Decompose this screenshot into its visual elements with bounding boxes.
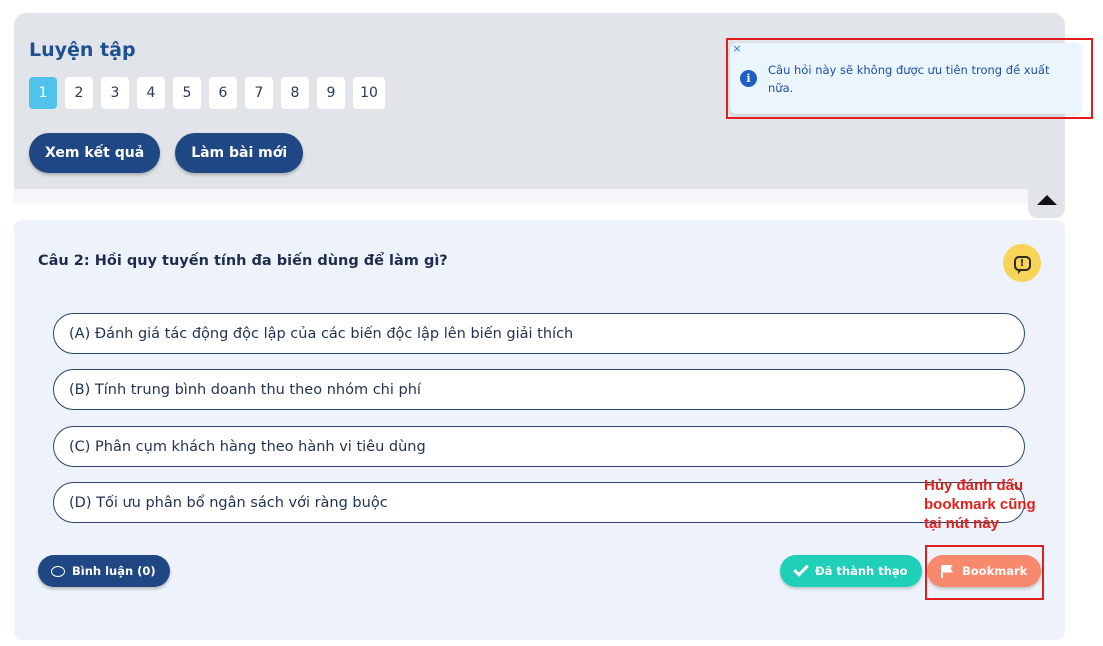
collapse-panel-button[interactable]	[1028, 182, 1065, 218]
bookmark-highlight-box	[925, 545, 1044, 600]
practice-actions: Xem kết quả Làm bài mới	[29, 133, 304, 173]
question-pager: 1 2 3 4 5 6 7 8 9 10	[29, 77, 385, 109]
triangle-up-icon	[1036, 195, 1057, 205]
page-button-2[interactable]: 2	[65, 77, 93, 109]
page-button-1[interactable]: 1	[29, 77, 57, 109]
page-button-10[interactable]: 10	[353, 77, 385, 109]
bookmark-annotation: Hủy đánh dấu bookmark cũng tại nút này	[924, 476, 1074, 533]
answer-option-d[interactable]: (D) Tối ưu phân bổ ngân sách với ràng bu…	[53, 482, 1025, 523]
panel-divider	[14, 189, 1065, 203]
practice-title: Luyện tập	[29, 39, 136, 61]
question-card: Câu 2: Hồi quy tuyến tính đa biến dùng đ…	[14, 220, 1065, 640]
answer-option-a[interactable]: (A) Đánh giá tác động độc lập của các bi…	[53, 313, 1025, 354]
answer-option-c[interactable]: (C) Phân cụm khách hàng theo hành vi tiê…	[53, 426, 1025, 467]
page-button-5[interactable]: 5	[173, 77, 201, 109]
check-icon	[793, 561, 809, 577]
report-icon: !	[1013, 255, 1031, 274]
annotation-line-2: bookmark cũng	[924, 496, 1036, 513]
view-results-button[interactable]: Xem kết quả	[29, 133, 161, 173]
question-text: Câu 2: Hồi quy tuyến tính đa biến dùng đ…	[38, 253, 448, 269]
comment-label: Bình luận (0)	[72, 564, 156, 578]
report-question-button[interactable]: !	[1003, 244, 1041, 282]
annotation-line-3: tại nút này	[924, 515, 1000, 532]
page-button-3[interactable]: 3	[101, 77, 129, 109]
mastered-button[interactable]: Đã thành thạo	[780, 555, 922, 587]
page-button-8[interactable]: 8	[281, 77, 309, 109]
toast-highlight-box	[726, 38, 1093, 119]
page-button-6[interactable]: 6	[209, 77, 237, 109]
comment-button[interactable]: Bình luận (0)	[38, 555, 170, 587]
new-attempt-button[interactable]: Làm bài mới	[175, 133, 304, 173]
annotation-line-1: Hủy đánh dấu	[924, 477, 1024, 494]
page-button-9[interactable]: 9	[317, 77, 345, 109]
answer-option-b[interactable]: (B) Tính trung bình doanh thu theo nhóm …	[53, 369, 1025, 410]
page-button-7[interactable]: 7	[245, 77, 273, 109]
page-button-4[interactable]: 4	[137, 77, 165, 109]
comment-icon	[51, 565, 65, 577]
mastered-label: Đã thành thạo	[815, 564, 908, 578]
